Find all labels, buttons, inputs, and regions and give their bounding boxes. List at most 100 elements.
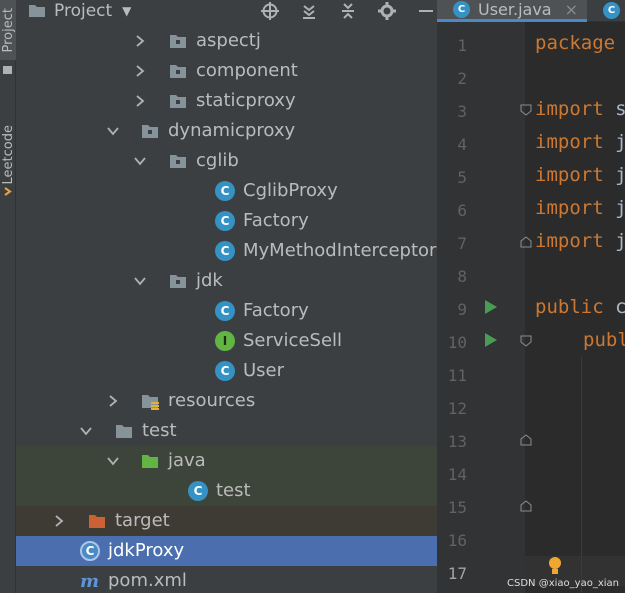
code-line-1[interactable]: package bbox=[535, 32, 615, 54]
target-icon[interactable] bbox=[259, 0, 281, 22]
tree-item-jdk[interactable]: jdk bbox=[16, 266, 437, 296]
indent-guide bbox=[581, 357, 582, 593]
fold-icon[interactable] bbox=[520, 335, 532, 347]
class-icon: C bbox=[215, 181, 235, 201]
package-icon bbox=[140, 121, 160, 141]
fold-icon[interactable] bbox=[520, 236, 532, 248]
tree-item-label: jdk bbox=[196, 270, 223, 291]
maven-icon: m bbox=[80, 571, 100, 592]
tree-item-label: jdkProxy bbox=[108, 540, 185, 561]
chevron-right-icon[interactable] bbox=[52, 514, 66, 528]
chevron-right-icon[interactable] bbox=[133, 64, 147, 78]
line-number: 1 bbox=[457, 36, 467, 55]
code-line-7[interactable]: import j bbox=[535, 230, 625, 252]
editor-gutter: 1 2 3 4 5 6 7 8 9 10 11 12 13 14 15 16 17 bbox=[437, 22, 525, 593]
left-tool-strip: Project Leetcode bbox=[0, 0, 16, 593]
code-line-3[interactable]: import s bbox=[535, 98, 625, 120]
run-gutter-icon[interactable] bbox=[485, 300, 497, 314]
module-icon: C bbox=[80, 541, 100, 561]
tree-item-label: resources bbox=[168, 390, 256, 411]
code-line-4[interactable]: import j bbox=[535, 131, 625, 153]
chevron-down-icon[interactable] bbox=[133, 154, 147, 168]
fold-icon[interactable] bbox=[520, 500, 532, 512]
tree-item-pom-xml[interactable]: m pom.xml bbox=[16, 566, 437, 593]
fold-icon[interactable] bbox=[520, 104, 532, 116]
class-icon[interactable]: C bbox=[603, 2, 620, 19]
tree-item-java[interactable]: java bbox=[16, 446, 437, 476]
chevron-down-icon: ▼ bbox=[122, 4, 132, 18]
line-number: 7 bbox=[457, 234, 467, 253]
tree-item-user[interactable]: C User bbox=[16, 356, 437, 386]
tree-item-servicesell[interactable]: I ServiceSell bbox=[16, 326, 437, 356]
chevron-right-icon[interactable] bbox=[133, 94, 147, 108]
chevron-down-icon[interactable] bbox=[106, 124, 120, 138]
editor: C User.java × C 1 2 3 4 5 6 7 8 9 10 11 12 13 14 15 16 1… bbox=[437, 0, 625, 593]
chevron-down-icon[interactable] bbox=[106, 454, 120, 468]
interface-icon: I bbox=[215, 331, 235, 351]
tree-item-staticproxy[interactable]: staticproxy bbox=[16, 86, 437, 116]
gear-icon[interactable] bbox=[376, 0, 398, 22]
package-icon bbox=[168, 91, 188, 111]
chevron-right-icon[interactable] bbox=[133, 34, 147, 48]
tab-user-java[interactable]: C User.java × bbox=[437, 0, 587, 22]
expand-all-icon[interactable] bbox=[298, 0, 320, 22]
tree-item-factory[interactable]: C Factory bbox=[16, 206, 437, 236]
tree-item-cglibproxy[interactable]: C CglibProxy bbox=[16, 176, 437, 206]
chevron-down-icon[interactable] bbox=[79, 424, 93, 438]
line-number: 5 bbox=[457, 168, 467, 187]
line-number: 15 bbox=[447, 498, 467, 517]
tree-item-label: MyMethodInterceptor bbox=[243, 240, 437, 261]
minimize-icon[interactable] bbox=[415, 0, 437, 22]
test-folder-icon bbox=[140, 451, 160, 471]
project-view-selector[interactable]: Project ▼ bbox=[28, 1, 131, 21]
leetcode-icon bbox=[4, 187, 12, 196]
class-icon: C bbox=[215, 211, 235, 231]
tree-item-target[interactable]: target bbox=[16, 506, 437, 536]
close-icon[interactable]: × bbox=[565, 0, 578, 19]
project-tool-icon bbox=[3, 66, 12, 74]
leetcode-tool-tab-label: Leetcode bbox=[0, 125, 16, 185]
package-icon bbox=[168, 31, 188, 51]
chevron-down-icon[interactable] bbox=[133, 274, 147, 288]
tree-item-test[interactable]: Ctest bbox=[16, 476, 437, 506]
tree-item-jdkproxy[interactable]: CjdkProxy bbox=[16, 536, 437, 566]
class-icon: C bbox=[215, 361, 235, 381]
code-line-10[interactable]: publ bbox=[583, 329, 625, 351]
code-line-6[interactable]: import j bbox=[535, 197, 625, 219]
code-line-9[interactable]: public c bbox=[535, 296, 625, 318]
line-number: 2 bbox=[457, 69, 467, 88]
lightbulb-icon[interactable] bbox=[547, 556, 563, 576]
watermark: CSDN @xiao_yao_xian bbox=[507, 578, 619, 589]
tree-item-mymethodinterceptor[interactable]: C MyMethodInterceptor bbox=[16, 236, 437, 266]
tree-item-label: cglib bbox=[196, 150, 239, 171]
tree-item-dynamicproxy[interactable]: dynamicproxy bbox=[16, 116, 437, 146]
folder-icon bbox=[114, 421, 134, 441]
line-number: 3 bbox=[457, 102, 467, 121]
tree-item-label: CglibProxy bbox=[243, 180, 338, 201]
line-number: 10 bbox=[447, 333, 467, 352]
resources-folder-icon bbox=[140, 391, 160, 411]
tree-item-label: test bbox=[216, 480, 251, 501]
chevron-right-icon[interactable] bbox=[106, 394, 120, 408]
run-gutter-icon[interactable] bbox=[485, 333, 497, 347]
project-tool-tab[interactable]: Project bbox=[0, 0, 16, 60]
collapse-all-icon[interactable] bbox=[337, 0, 359, 22]
fold-icon[interactable] bbox=[520, 434, 532, 446]
svg-text:m: m bbox=[80, 571, 99, 591]
tree-item-resources[interactable]: resources bbox=[16, 386, 437, 416]
tree-item-component[interactable]: component bbox=[16, 56, 437, 86]
tree-item-aspectj[interactable]: aspectj bbox=[16, 26, 437, 56]
line-number: 17 bbox=[447, 564, 467, 583]
tree-item-test[interactable]: test bbox=[16, 416, 437, 446]
tree-item-label: test bbox=[142, 420, 177, 441]
tree-item-label: component bbox=[196, 60, 298, 81]
line-number: 11 bbox=[447, 366, 467, 385]
line-number: 9 bbox=[457, 300, 467, 319]
excluded-folder-icon bbox=[87, 511, 107, 531]
tree-item-label: User bbox=[243, 360, 285, 381]
tree-item-factory[interactable]: C Factory bbox=[16, 296, 437, 326]
tree-item-cglib[interactable]: cglib bbox=[16, 146, 437, 176]
tree-item-label: Factory bbox=[243, 300, 309, 321]
code-line-5[interactable]: import j bbox=[535, 164, 625, 186]
tab-label: User.java bbox=[478, 0, 552, 19]
